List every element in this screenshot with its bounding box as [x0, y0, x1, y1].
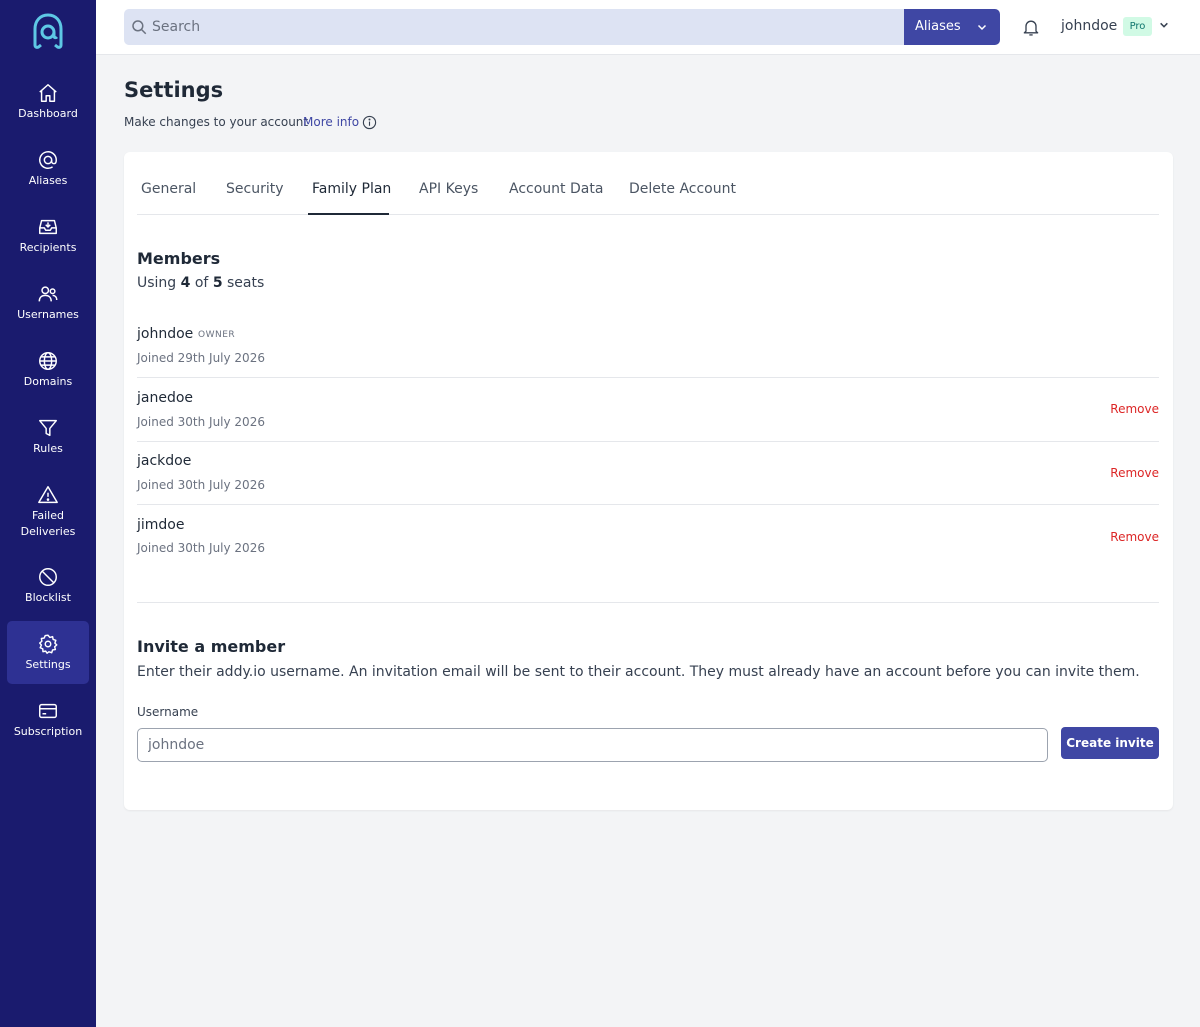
seats-suffix: seats	[227, 275, 265, 291]
chevron-down-icon	[977, 24, 987, 31]
search-scope-dropdown[interactable]: Aliases	[904, 9, 1000, 45]
more-info-link[interactable]: More info	[303, 115, 359, 129]
sidebar-item-subscription[interactable]: Subscription	[7, 688, 89, 751]
member-name: jackdoe	[137, 453, 192, 469]
member-row: jimdoe Joined 30th July 2026 Remove	[137, 516, 1159, 580]
sidebar-item-label: Blocklist	[25, 591, 71, 604]
remove-member-button[interactable]: Remove	[1110, 530, 1159, 544]
at-sign-icon	[39, 151, 57, 169]
home-icon	[39, 84, 57, 102]
member-row: janedoe Joined 30th July 2026 Remove	[137, 388, 1159, 452]
globe-icon	[39, 352, 57, 370]
app-logo-icon[interactable]	[32, 12, 64, 50]
search-icon	[132, 20, 147, 35]
sidebar-item-label: Aliases	[28, 174, 68, 187]
username-label: Username	[137, 705, 199, 719]
sidebar-item-label: Recipients	[19, 241, 77, 254]
remove-member-button[interactable]: Remove	[1110, 466, 1159, 480]
topbar: Aliases johndoe Pro	[96, 0, 1200, 55]
user-menu-name[interactable]: johndoe	[1061, 18, 1117, 34]
member-name: johndoe	[137, 326, 194, 342]
search-scope-label: Aliases	[915, 19, 961, 34]
seats-of: of	[194, 275, 209, 291]
page-title: Settings	[124, 78, 224, 102]
section-divider	[137, 602, 1159, 603]
users-icon	[38, 286, 58, 302]
members-heading: Members	[137, 249, 221, 268]
credit-card-icon	[39, 703, 57, 719]
sidebar-item-settings[interactable]: Settings	[7, 621, 89, 684]
sidebar-item-label: Dashboard	[18, 107, 78, 120]
tab-security[interactable]: Security	[226, 181, 284, 197]
info-icon[interactable]	[362, 115, 377, 130]
sidebar-item-usernames[interactable]: Usernames	[7, 271, 89, 334]
active-tab-indicator	[308, 213, 389, 215]
create-invite-button[interactable]: Create invite	[1061, 727, 1159, 759]
tab-general[interactable]: General	[141, 181, 196, 197]
block-icon	[39, 568, 57, 586]
member-joined-date: Joined 30th July 2026	[137, 541, 265, 555]
invite-heading: Invite a member	[137, 637, 286, 656]
sidebar-item-label: Usernames	[17, 308, 79, 321]
seats-used: 4	[180, 275, 191, 291]
member-row: johndoe OWNER Joined 29th July 2026	[137, 324, 1159, 388]
settings-tabs: General Security Family Plan API Keys Ac…	[137, 152, 1159, 215]
sidebar-item-rules[interactable]: Rules	[7, 405, 89, 468]
owner-badge: OWNER	[198, 330, 236, 340]
search-input[interactable]	[152, 9, 892, 45]
settings-card: General Security Family Plan API Keys Ac…	[124, 152, 1173, 810]
member-joined-date: Joined 30th July 2026	[137, 415, 265, 429]
sidebar-item-label: Settings	[25, 658, 71, 671]
member-name: jimdoe	[137, 517, 185, 533]
sidebar-item-label: Subscription	[13, 725, 83, 738]
tab-api-keys[interactable]: API Keys	[419, 181, 478, 197]
row-divider	[137, 377, 1159, 378]
page-subtitle: Make changes to your account	[124, 115, 309, 129]
plan-badge: Pro	[1123, 17, 1152, 36]
member-joined-date: Joined 29th July 2026	[137, 351, 265, 365]
sidebar-item-blocklist[interactable]: Blocklist	[7, 554, 89, 617]
remove-member-button[interactable]: Remove	[1110, 402, 1159, 416]
chevron-down-icon[interactable]	[1159, 20, 1169, 30]
row-divider	[137, 441, 1159, 442]
member-name: janedoe	[137, 390, 194, 406]
bell-icon[interactable]	[1021, 17, 1041, 37]
tab-family-plan[interactable]: Family Plan	[312, 181, 391, 197]
seats-total: 5	[212, 275, 223, 291]
tab-delete-account[interactable]: Delete Account	[629, 181, 736, 197]
sidebar-item-label: Rules	[33, 442, 63, 455]
search-bar	[124, 9, 905, 45]
gear-icon	[39, 634, 58, 654]
sidebar-item-dashboard[interactable]: Dashboard	[7, 70, 89, 133]
warning-icon	[38, 486, 58, 504]
seats-usage: Using 4 of 5 seats	[137, 275, 264, 291]
filter-icon	[39, 419, 57, 437]
member-joined-date: Joined 30th July 2026	[137, 478, 265, 492]
sidebar-item-recipients[interactable]: Recipients	[7, 204, 89, 267]
tab-account-data[interactable]: Account Data	[509, 181, 603, 197]
sidebar-item-failed-deliveries[interactable]: Failed Deliveries	[7, 472, 89, 544]
username-input[interactable]	[137, 728, 1048, 762]
row-divider	[137, 504, 1159, 505]
sidebar-item-label: Failed Deliveries	[20, 509, 76, 538]
sidebar-item-label: Domains	[23, 375, 73, 388]
sidebar: Dashboard Aliases Recipients Usernames D…	[0, 0, 96, 1027]
invite-description: Enter their addy.io username. An invitat…	[137, 664, 1140, 680]
inbox-icon	[39, 219, 57, 235]
sidebar-item-domains[interactable]: Domains	[7, 338, 89, 401]
member-row: jackdoe Joined 30th July 2026 Remove	[137, 452, 1159, 516]
seats-prefix: Using	[137, 275, 177, 291]
sidebar-item-aliases[interactable]: Aliases	[7, 137, 89, 200]
